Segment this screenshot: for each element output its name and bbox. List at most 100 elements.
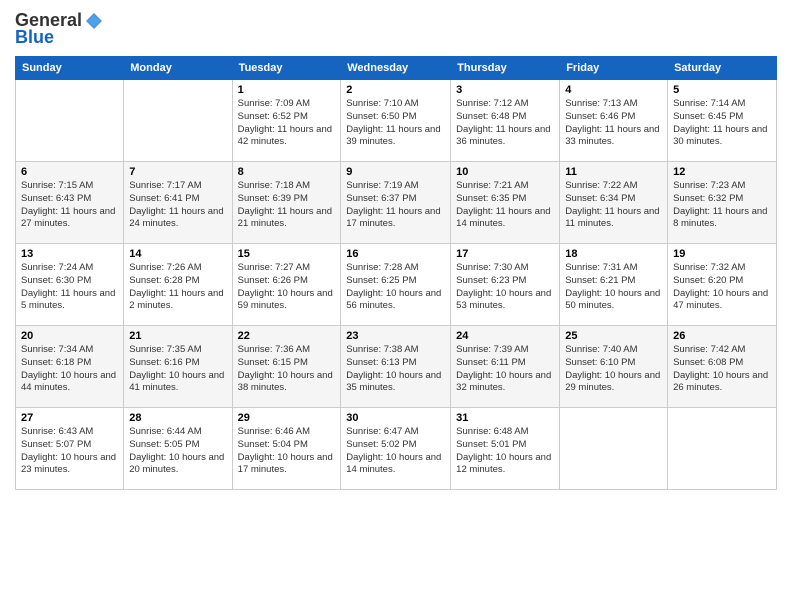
calendar-cell: 21 Sunrise: 7:35 AM Sunset: 6:16 PM Dayli…	[124, 326, 232, 408]
day-info: Sunrise: 7:38 AM Sunset: 6:13 PM Dayligh…	[346, 344, 445, 395]
calendar-cell: 6 Sunrise: 7:15 AM Sunset: 6:43 PM Daylig…	[16, 162, 124, 244]
day-number: 21	[129, 330, 226, 342]
day-of-week-header: Saturday	[668, 57, 777, 80]
day-number: 17	[456, 248, 554, 260]
day-number: 1	[238, 84, 336, 96]
day-number: 29	[238, 412, 336, 424]
day-info: Sunrise: 7:34 AM Sunset: 6:18 PM Dayligh…	[21, 344, 118, 395]
day-info: Sunrise: 7:30 AM Sunset: 6:23 PM Dayligh…	[456, 262, 554, 313]
day-number: 15	[238, 248, 336, 260]
day-info: Sunrise: 7:10 AM Sunset: 6:50 PM Dayligh…	[346, 98, 445, 149]
day-info: Sunrise: 7:12 AM Sunset: 6:48 PM Dayligh…	[456, 98, 554, 149]
logo-blue-text: Blue	[15, 27, 54, 48]
day-info: Sunrise: 7:24 AM Sunset: 6:30 PM Dayligh…	[21, 262, 118, 313]
day-info: Sunrise: 7:36 AM Sunset: 6:15 PM Dayligh…	[238, 344, 336, 395]
calendar-cell: 13 Sunrise: 7:24 AM Sunset: 6:30 PM Dayli…	[16, 244, 124, 326]
day-number: 3	[456, 84, 554, 96]
day-info: Sunrise: 6:48 AM Sunset: 5:01 PM Dayligh…	[456, 426, 554, 477]
calendar-cell: 20 Sunrise: 7:34 AM Sunset: 6:18 PM Dayli…	[16, 326, 124, 408]
day-info: Sunrise: 6:46 AM Sunset: 5:04 PM Dayligh…	[238, 426, 336, 477]
page-header: General Blue	[15, 10, 777, 48]
day-info: Sunrise: 7:14 AM Sunset: 6:45 PM Dayligh…	[673, 98, 771, 149]
logo: General Blue	[15, 10, 104, 48]
day-of-week-header: Tuesday	[232, 57, 341, 80]
day-number: 24	[456, 330, 554, 342]
day-info: Sunrise: 6:43 AM Sunset: 5:07 PM Dayligh…	[21, 426, 118, 477]
calendar-cell: 22 Sunrise: 7:36 AM Sunset: 6:15 PM Dayli…	[232, 326, 341, 408]
day-number: 6	[21, 166, 118, 178]
calendar-cell: 26Sunrise: 7:42 AM Sunset: 6:08 PM Dayli…	[668, 326, 777, 408]
calendar-cell: 4 Sunrise: 7:13 AM Sunset: 6:46 PM Daylig…	[560, 80, 668, 162]
day-number: 23	[346, 330, 445, 342]
day-number: 7	[129, 166, 226, 178]
day-info: Sunrise: 7:28 AM Sunset: 6:25 PM Dayligh…	[346, 262, 445, 313]
day-number: 2	[346, 84, 445, 96]
calendar-cell	[16, 80, 124, 162]
day-number: 5	[673, 84, 771, 96]
day-of-week-header: Friday	[560, 57, 668, 80]
calendar-week-row: 20 Sunrise: 7:34 AM Sunset: 6:18 PM Dayli…	[16, 326, 777, 408]
calendar-cell: 7 Sunrise: 7:17 AM Sunset: 6:41 PM Daylig…	[124, 162, 232, 244]
day-of-week-header: Monday	[124, 57, 232, 80]
calendar-cell: 12 Sunrise: 7:23 AM Sunset: 6:32 PM Dayli…	[668, 162, 777, 244]
day-number: 30	[346, 412, 445, 424]
calendar-header-row: SundayMondayTuesdayWednesdayThursdayFrid…	[16, 57, 777, 80]
day-info: Sunrise: 7:19 AM Sunset: 6:37 PM Dayligh…	[346, 180, 445, 231]
calendar-cell: 24 Sunrise: 7:39 AM Sunset: 6:11 PM Dayli…	[451, 326, 560, 408]
calendar-cell: 3 Sunrise: 7:12 AM Sunset: 6:48 PM Daylig…	[451, 80, 560, 162]
day-of-week-header: Thursday	[451, 57, 560, 80]
day-info: Sunrise: 7:23 AM Sunset: 6:32 PM Dayligh…	[673, 180, 771, 231]
calendar-week-row: 1Sunrise: 7:09 AM Sunset: 6:52 PM Daylig…	[16, 80, 777, 162]
calendar-cell: 30Sunrise: 6:47 AM Sunset: 5:02 PM Dayli…	[341, 408, 451, 490]
calendar-week-row: 6 Sunrise: 7:15 AM Sunset: 6:43 PM Daylig…	[16, 162, 777, 244]
day-number: 28	[129, 412, 226, 424]
calendar-cell: 1Sunrise: 7:09 AM Sunset: 6:52 PM Daylig…	[232, 80, 341, 162]
logo-icon	[84, 11, 104, 31]
calendar-cell: 8 Sunrise: 7:18 AM Sunset: 6:39 PM Daylig…	[232, 162, 341, 244]
calendar-cell: 15 Sunrise: 7:27 AM Sunset: 6:26 PM Dayli…	[232, 244, 341, 326]
day-of-week-header: Wednesday	[341, 57, 451, 80]
calendar-cell: 28Sunrise: 6:44 AM Sunset: 5:05 PM Dayli…	[124, 408, 232, 490]
day-number: 11	[565, 166, 662, 178]
calendar-cell: 27 Sunrise: 6:43 AM Sunset: 5:07 PM Dayli…	[16, 408, 124, 490]
day-number: 18	[565, 248, 662, 260]
calendar-cell: 19 Sunrise: 7:32 AM Sunset: 6:20 PM Dayli…	[668, 244, 777, 326]
day-number: 4	[565, 84, 662, 96]
day-info: Sunrise: 7:40 AM Sunset: 6:10 PM Dayligh…	[565, 344, 662, 395]
day-info: Sunrise: 7:35 AM Sunset: 6:16 PM Dayligh…	[129, 344, 226, 395]
calendar-cell	[560, 408, 668, 490]
calendar-cell: 23 Sunrise: 7:38 AM Sunset: 6:13 PM Dayli…	[341, 326, 451, 408]
day-number: 8	[238, 166, 336, 178]
day-number: 22	[238, 330, 336, 342]
day-number: 9	[346, 166, 445, 178]
day-info: Sunrise: 7:13 AM Sunset: 6:46 PM Dayligh…	[565, 98, 662, 149]
day-info: Sunrise: 7:31 AM Sunset: 6:21 PM Dayligh…	[565, 262, 662, 313]
calendar-cell: 2 Sunrise: 7:10 AM Sunset: 6:50 PM Daylig…	[341, 80, 451, 162]
day-number: 27	[21, 412, 118, 424]
day-info: Sunrise: 7:22 AM Sunset: 6:34 PM Dayligh…	[565, 180, 662, 231]
day-info: Sunrise: 7:18 AM Sunset: 6:39 PM Dayligh…	[238, 180, 336, 231]
day-number: 19	[673, 248, 771, 260]
day-info: Sunrise: 7:17 AM Sunset: 6:41 PM Dayligh…	[129, 180, 226, 231]
day-info: Sunrise: 7:15 AM Sunset: 6:43 PM Dayligh…	[21, 180, 118, 231]
calendar-cell: 31Sunrise: 6:48 AM Sunset: 5:01 PM Dayli…	[451, 408, 560, 490]
calendar-cell: 10Sunrise: 7:21 AM Sunset: 6:35 PM Dayli…	[451, 162, 560, 244]
day-info: Sunrise: 7:21 AM Sunset: 6:35 PM Dayligh…	[456, 180, 554, 231]
calendar-cell: 5 Sunrise: 7:14 AM Sunset: 6:45 PM Daylig…	[668, 80, 777, 162]
day-number: 16	[346, 248, 445, 260]
day-number: 20	[21, 330, 118, 342]
day-of-week-header: Sunday	[16, 57, 124, 80]
day-info: Sunrise: 7:27 AM Sunset: 6:26 PM Dayligh…	[238, 262, 336, 313]
calendar-cell: 29 Sunrise: 6:46 AM Sunset: 5:04 PM Dayli…	[232, 408, 341, 490]
day-number: 12	[673, 166, 771, 178]
calendar-week-row: 13 Sunrise: 7:24 AM Sunset: 6:30 PM Dayli…	[16, 244, 777, 326]
calendar-cell: 16 Sunrise: 7:28 AM Sunset: 6:25 PM Dayli…	[341, 244, 451, 326]
day-info: Sunrise: 7:42 AM Sunset: 6:08 PM Dayligh…	[673, 344, 771, 395]
calendar-week-row: 27 Sunrise: 6:43 AM Sunset: 5:07 PM Dayli…	[16, 408, 777, 490]
day-info: Sunrise: 7:32 AM Sunset: 6:20 PM Dayligh…	[673, 262, 771, 313]
day-number: 13	[21, 248, 118, 260]
calendar-cell: 9 Sunrise: 7:19 AM Sunset: 6:37 PM Daylig…	[341, 162, 451, 244]
day-info: Sunrise: 7:39 AM Sunset: 6:11 PM Dayligh…	[456, 344, 554, 395]
day-number: 14	[129, 248, 226, 260]
calendar-cell: 17 Sunrise: 7:30 AM Sunset: 6:23 PM Dayli…	[451, 244, 560, 326]
